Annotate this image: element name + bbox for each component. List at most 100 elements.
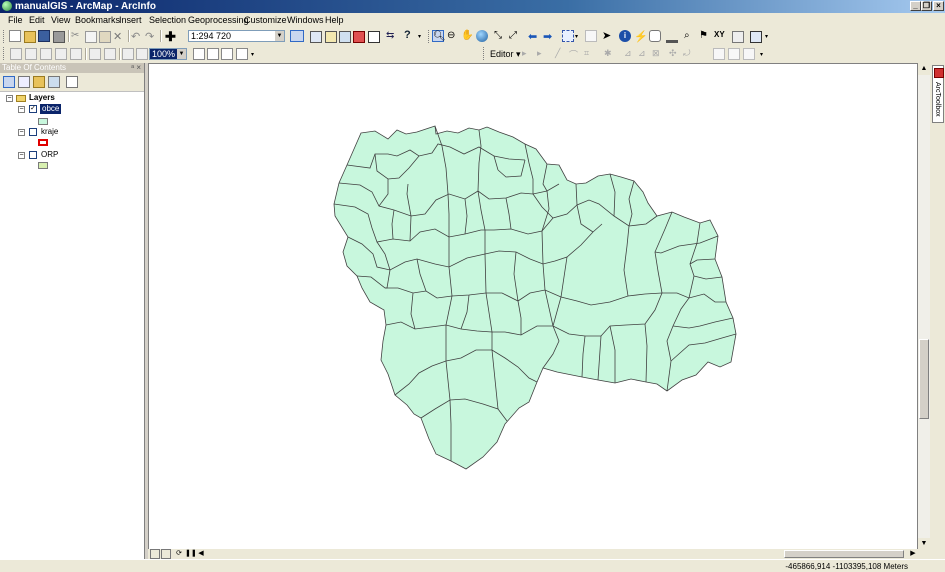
editor-toolbar-chevron-icon[interactable]: ▾	[760, 51, 767, 60]
find-binoculars-icon[interactable]: ⌕	[684, 30, 696, 42]
data-view-icon[interactable]	[150, 549, 160, 559]
fixed-zoom-in-icon[interactable]: ⤡	[494, 30, 506, 42]
pan-hand-icon[interactable]: ✋	[461, 30, 473, 42]
layer-kraje-symbol[interactable]	[38, 139, 48, 146]
select-elements-arrow-icon[interactable]: ➤	[602, 29, 614, 42]
create-features-icon[interactable]	[743, 48, 755, 60]
layout-back-icon[interactable]	[122, 48, 134, 60]
clear-selection-icon[interactable]	[585, 30, 597, 42]
pause-drawing-icon[interactable]: ❚❚	[185, 549, 197, 559]
save-icon[interactable]	[38, 30, 50, 42]
catalog-window-icon[interactable]	[325, 31, 337, 43]
split-tool-icon[interactable]: ✣	[669, 48, 681, 60]
menu-insert[interactable]: Insert	[119, 15, 142, 26]
cut-polygons-icon[interactable]: ⊠	[652, 48, 664, 60]
layout-toolbar-chevron-icon[interactable]: ▾	[251, 51, 258, 60]
scroll-left-arrow-icon[interactable]: ◀	[196, 549, 206, 559]
layout-zoom-out-icon[interactable]	[40, 48, 52, 60]
horizontal-scroll-thumb[interactable]	[784, 550, 904, 558]
forward-arrow-icon[interactable]: ➡	[543, 30, 555, 43]
html-popup-icon[interactable]	[649, 30, 661, 42]
add-data-icon[interactable]: ✚	[165, 29, 177, 44]
table-of-contents-icon[interactable]	[310, 31, 322, 43]
tools-toolbar-chevron-icon[interactable]: ▾	[765, 33, 772, 42]
layer-kraje-checkbox[interactable]	[29, 128, 37, 136]
toggle-draft-mode-icon[interactable]	[193, 48, 205, 60]
layer-obce-symbol[interactable]	[38, 118, 48, 125]
edit-tool-icon[interactable]: ▸	[522, 48, 534, 60]
minimize-button[interactable]: _	[910, 1, 921, 11]
delete-icon[interactable]: ✕	[113, 30, 125, 43]
change-layout-icon[interactable]	[221, 48, 233, 60]
identify-icon[interactable]: i	[619, 30, 631, 42]
arctoolbox-tab[interactable]: ArcToolbox	[932, 65, 944, 123]
redo-icon[interactable]: ↷	[145, 30, 157, 43]
copy-icon[interactable]	[85, 31, 97, 43]
find-route-icon[interactable]: ⚑	[699, 30, 711, 42]
measure-icon[interactable]	[666, 31, 678, 43]
rotate-icon[interactable]: ⤾	[683, 48, 695, 60]
paste-icon[interactable]	[99, 31, 111, 43]
toolbar-grip[interactable]	[483, 47, 487, 60]
list-by-drawing-order-icon[interactable]	[3, 76, 15, 88]
hyperlink-icon[interactable]: ⚡	[634, 30, 648, 43]
layer-obce-checkbox[interactable]: ✓	[29, 105, 37, 113]
python-window-icon[interactable]	[368, 31, 380, 43]
sketch-properties-icon[interactable]	[728, 48, 740, 60]
layout-select-icon[interactable]	[10, 48, 22, 60]
select-features-chevron-icon[interactable]: ▾	[575, 33, 582, 45]
reshape-feature-icon[interactable]: ⊿	[638, 48, 650, 60]
fixed-zoom-out-icon[interactable]: ⤢	[509, 30, 521, 42]
back-arrow-icon[interactable]: ⬅	[528, 30, 540, 43]
menu-edit[interactable]: Edit	[29, 15, 45, 26]
scroll-up-arrow-icon[interactable]: ▲	[918, 63, 930, 75]
menu-geoprocessing[interactable]: Geoprocessing	[188, 15, 249, 26]
vertical-scroll-thumb[interactable]	[919, 339, 929, 419]
editor-menu[interactable]: Editor ▾	[490, 49, 521, 59]
menu-customize[interactable]: Customize	[244, 15, 287, 26]
menu-view[interactable]: View	[51, 15, 70, 26]
go-to-xy-icon[interactable]: XY	[714, 30, 726, 42]
toolbar-options-chevron-icon[interactable]: ▾	[418, 33, 425, 42]
layout-zoom-in-icon[interactable]	[25, 48, 37, 60]
straight-segment-icon[interactable]: ╱	[555, 48, 567, 60]
menu-windows[interactable]: Windows	[287, 15, 324, 26]
map-vertical-scrollbar[interactable]: ▲ ▼	[918, 63, 930, 550]
menu-help[interactable]: Help	[325, 15, 344, 26]
chevron-down-icon[interactable]: ▼	[275, 31, 284, 41]
layer-orp-label[interactable]: ORP	[41, 150, 58, 160]
layout-zoom-combo[interactable]: 100% ▼	[149, 48, 187, 60]
arctoolbox-window-icon[interactable]	[353, 31, 365, 43]
full-extent-globe-icon[interactable]	[476, 30, 488, 42]
close-button[interactable]: ×	[933, 1, 944, 11]
layout-pan-icon[interactable]	[55, 48, 67, 60]
print-icon[interactable]	[53, 31, 65, 43]
editor-toolbar-icon[interactable]	[290, 30, 304, 42]
endpoint-arc-icon[interactable]: ⌒	[569, 48, 581, 60]
list-by-selection-icon[interactable]	[48, 76, 60, 88]
map-scale-combo[interactable]: 1:294 720 ▼	[188, 30, 285, 42]
modelbuilder-icon[interactable]: ⇆	[386, 30, 398, 42]
list-by-visibility-icon[interactable]	[33, 76, 45, 88]
cut-icon[interactable]: ✂	[71, 30, 83, 42]
menu-bookmarks[interactable]: Bookmarks	[75, 15, 120, 26]
map-view[interactable]	[148, 63, 918, 550]
layer-orp-symbol[interactable]	[38, 162, 48, 169]
open-folder-icon[interactable]	[24, 31, 36, 43]
menu-selection[interactable]: Selection	[149, 15, 186, 26]
refresh-view-icon[interactable]: ⟳	[174, 549, 184, 559]
point-icon[interactable]: ✱	[604, 48, 616, 60]
toc-close-icon[interactable]: ᵃ ×	[131, 63, 141, 73]
layer-obce-label[interactable]: obce	[40, 104, 62, 114]
layers-collapse-icon[interactable]: −	[6, 95, 13, 102]
layer-kraje-label[interactable]: kraje	[41, 127, 58, 137]
zoom-in-icon[interactable]: 🔍︎	[432, 30, 446, 42]
scroll-right-arrow-icon[interactable]: ▶	[908, 549, 918, 559]
layout-zoom-extent-icon[interactable]	[104, 48, 116, 60]
layer-obce-collapse-icon[interactable]: −	[18, 106, 25, 113]
edit-annotation-icon[interactable]: ▸	[537, 48, 549, 60]
layout-view-icon[interactable]	[161, 549, 171, 559]
whats-this-help-icon[interactable]: ?	[404, 29, 416, 41]
time-slider-icon[interactable]	[732, 31, 744, 43]
new-document-icon[interactable]	[9, 30, 21, 42]
